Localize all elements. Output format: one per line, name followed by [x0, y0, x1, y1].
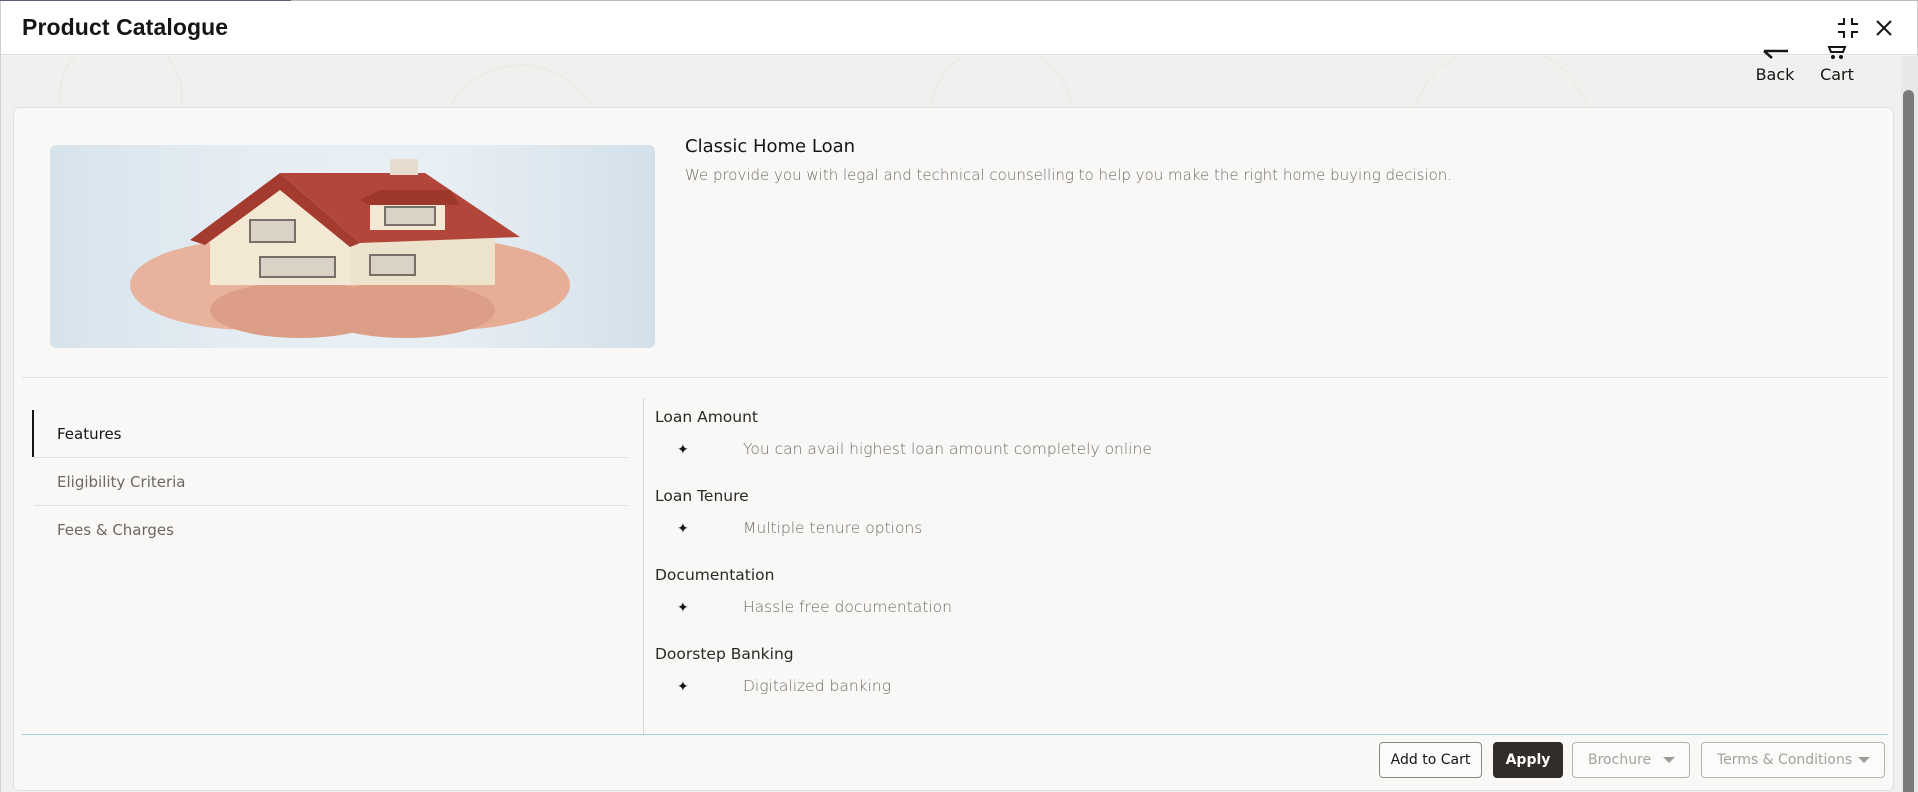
brochure-dropdown[interactable]: Brochure — [1572, 742, 1690, 778]
back-button[interactable]: Back — [1753, 41, 1797, 84]
tab-fees-charges[interactable]: Fees & Charges — [34, 506, 628, 554]
window-title: Product Catalogue — [22, 14, 229, 40]
close-icon — [1876, 20, 1892, 36]
tab-features[interactable]: Features — [32, 410, 628, 458]
cart-button[interactable]: Cart — [1816, 41, 1858, 84]
brochure-label: Brochure — [1588, 752, 1652, 768]
list-item: ✦ Hassle free documentation — [655, 592, 1855, 622]
vertical-scrollbar[interactable] — [1901, 56, 1918, 792]
product-title: Classic Home Loan — [685, 136, 856, 157]
minimize-button[interactable] — [1835, 15, 1861, 41]
product-card: Classic Home Loan We provide you with le… — [13, 107, 1894, 791]
tab-label: Fees & Charges — [57, 521, 174, 539]
feature-loan-tenure: Loan Tenure ✦ Multiple tenure options — [655, 487, 1855, 566]
title-bar: Product Catalogue — [1, 1, 1917, 55]
feature-text: Digitalized banking — [743, 677, 892, 695]
apply-button[interactable]: Apply — [1493, 742, 1563, 778]
caret-down-icon — [1663, 757, 1675, 763]
cart-label: Cart — [1820, 65, 1854, 84]
list-item: ✦ Multiple tenure options — [655, 513, 1855, 543]
feature-loan-amount: Loan Amount ✦ You can avail highest loan… — [655, 408, 1855, 487]
feature-title: Loan Tenure — [655, 487, 749, 505]
sparkle-bullet-icon: ✦ — [677, 440, 689, 457]
list-item: ✦ Digitalized banking — [655, 671, 1855, 701]
minimize-icon — [1838, 18, 1858, 38]
divider — [22, 377, 1888, 378]
tab-label: Features — [57, 424, 122, 443]
list-item: ✦ You can avail highest loan amount comp… — [655, 434, 1855, 464]
feature-documentation: Documentation ✦ Hassle free documentatio… — [655, 566, 1855, 645]
close-button[interactable] — [1871, 15, 1897, 41]
feature-doorstep-banking: Doorstep Banking ✦ Digitalized banking — [655, 645, 1855, 724]
sparkle-bullet-icon: ✦ — [677, 519, 689, 536]
product-description: We provide you with legal and technical … — [685, 166, 1453, 184]
arrow-left-icon — [1763, 49, 1788, 59]
tab-label: Eligibility Criteria — [57, 472, 186, 491]
caret-down-icon — [1858, 757, 1870, 763]
add-to-cart-button[interactable]: Add to Cart — [1379, 742, 1482, 778]
back-label: Back — [1755, 65, 1795, 84]
feature-text: Multiple tenure options — [743, 519, 923, 537]
product-catalogue-window: Product Catalogue Back Cart Classic Home… — [0, 1, 1918, 792]
feature-text: You can avail highest loan amount comple… — [743, 440, 1152, 458]
terms-conditions-dropdown[interactable]: Terms & Conditions — [1701, 742, 1885, 778]
sparkle-bullet-icon: ✦ — [677, 677, 689, 694]
tab-eligibility-criteria[interactable]: Eligibility Criteria — [34, 458, 628, 506]
house-in-hands-image — [50, 145, 655, 348]
sparkle-bullet-icon: ✦ — [677, 598, 689, 615]
vertical-divider — [643, 398, 644, 735]
feature-text: Hassle free documentation — [743, 598, 952, 616]
feature-title: Doorstep Banking — [655, 645, 794, 663]
features-list: Loan Amount ✦ You can avail highest loan… — [655, 408, 1855, 724]
product-tabs: Features Eligibility Criteria Fees & Cha… — [32, 410, 628, 554]
feature-title: Documentation — [655, 566, 775, 584]
terms-label: Terms & Conditions — [1717, 752, 1853, 768]
feature-title: Loan Amount — [655, 408, 759, 426]
scrollbar-thumb[interactable] — [1903, 90, 1914, 792]
footer-divider — [22, 734, 1888, 735]
cart-icon — [1827, 46, 1847, 59]
